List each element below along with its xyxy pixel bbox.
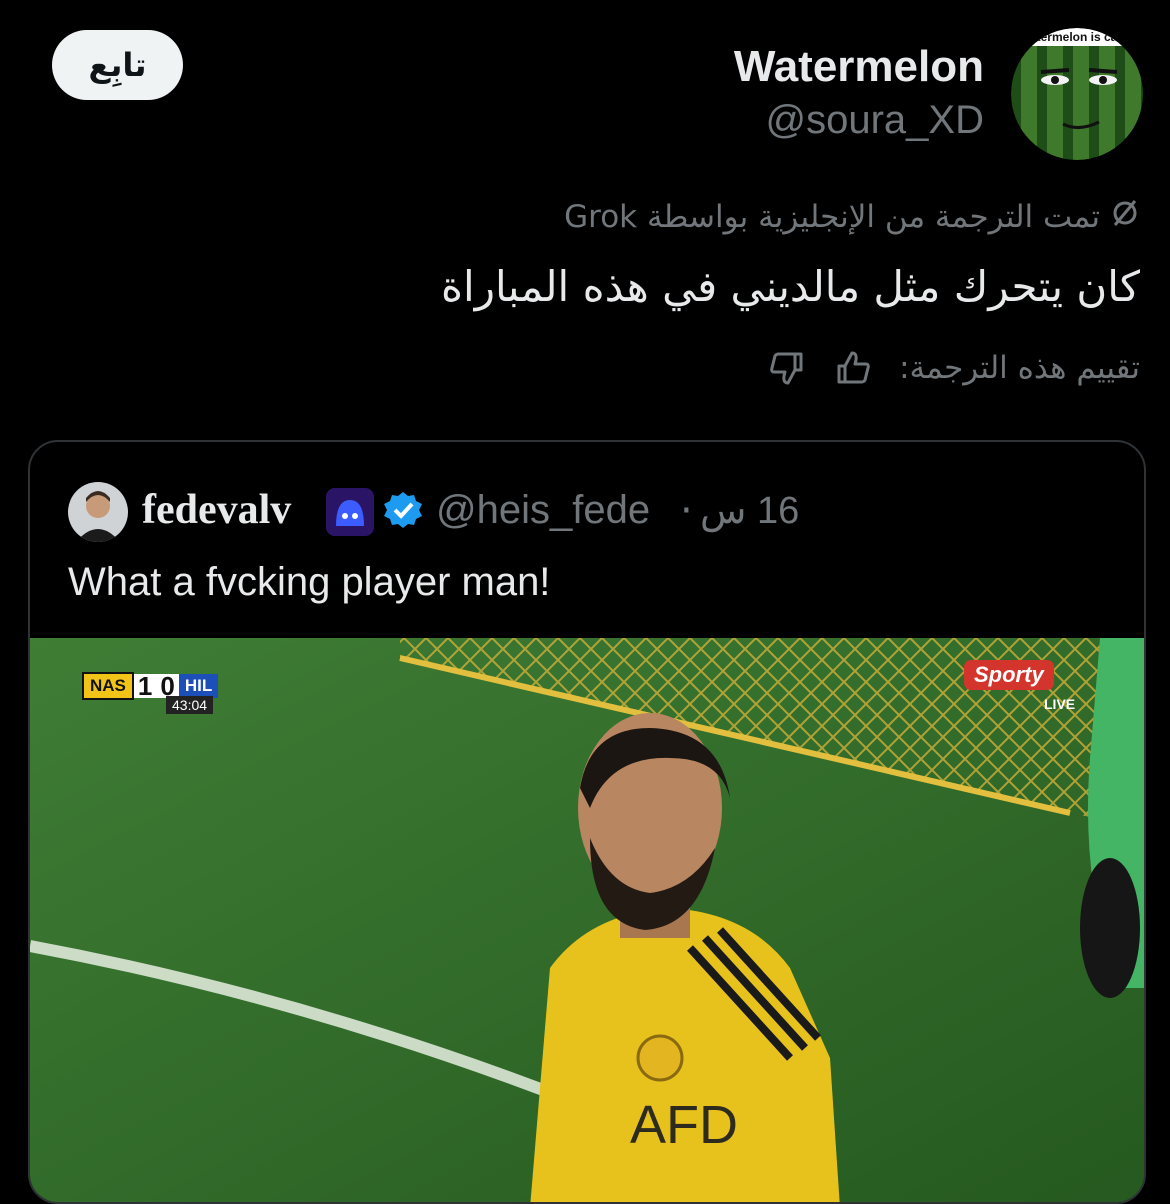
translation-note-text: تمت الترجمة من الإنجليزية بواسطة Grok [564, 199, 1100, 235]
away-team: HIL [178, 674, 219, 698]
quoted-author-avatar[interactable] [68, 482, 128, 542]
avatar-caption: termelon is ca [1037, 30, 1118, 44]
tweet-text: كان يتحرك مثل مالديني في هذه المباراة [441, 262, 1140, 311]
quoted-author-handle[interactable]: @heis_fede [436, 488, 650, 533]
home-score: 1 [133, 673, 157, 699]
scorebug: NAS 1 0 HIL [82, 672, 219, 700]
separator-dot: · [680, 488, 693, 534]
jersey-sponsor-text: AFD [630, 1095, 738, 1155]
quoted-author-name[interactable]: fedevalv [142, 486, 291, 534]
quoted-tweet[interactable]: fedevalv @heis_fede · 16 س What a fvckin… [28, 440, 1146, 1204]
ghost-emoji-icon [326, 488, 374, 536]
quoted-timestamp[interactable]: 16 س [700, 488, 799, 533]
broadcaster-logo: Sporty [964, 660, 1054, 690]
home-team: NAS [82, 672, 134, 700]
quoted-tweet-video[interactable]: AFD NAS 1 0 HIL 43:04 Sporty LIVE [30, 638, 1144, 1202]
thumbs-up-icon[interactable] [833, 348, 873, 388]
translate-icon [1110, 198, 1140, 236]
verified-badge-icon [382, 490, 424, 532]
rate-translation: تقييم هذه الترجمة: [767, 348, 1140, 388]
live-label: LIVE [1044, 696, 1076, 712]
away-score: 0 [156, 673, 179, 699]
author-handle[interactable]: @soura_XD [766, 98, 984, 143]
rate-label: تقييم هذه الترجمة: [899, 350, 1140, 386]
follow-button[interactable]: تابِع [52, 30, 183, 100]
quoted-tweet-text: What a fvcking player man! [68, 560, 551, 604]
translation-note: تمت الترجمة من الإنجليزية بواسطة Grok [564, 198, 1140, 236]
author-avatar[interactable]: termelon is ca [1011, 28, 1143, 160]
thumbs-down-icon[interactable] [767, 348, 807, 388]
author-name[interactable]: Watermelon [734, 42, 984, 92]
match-clock: 43:04 [166, 696, 214, 714]
